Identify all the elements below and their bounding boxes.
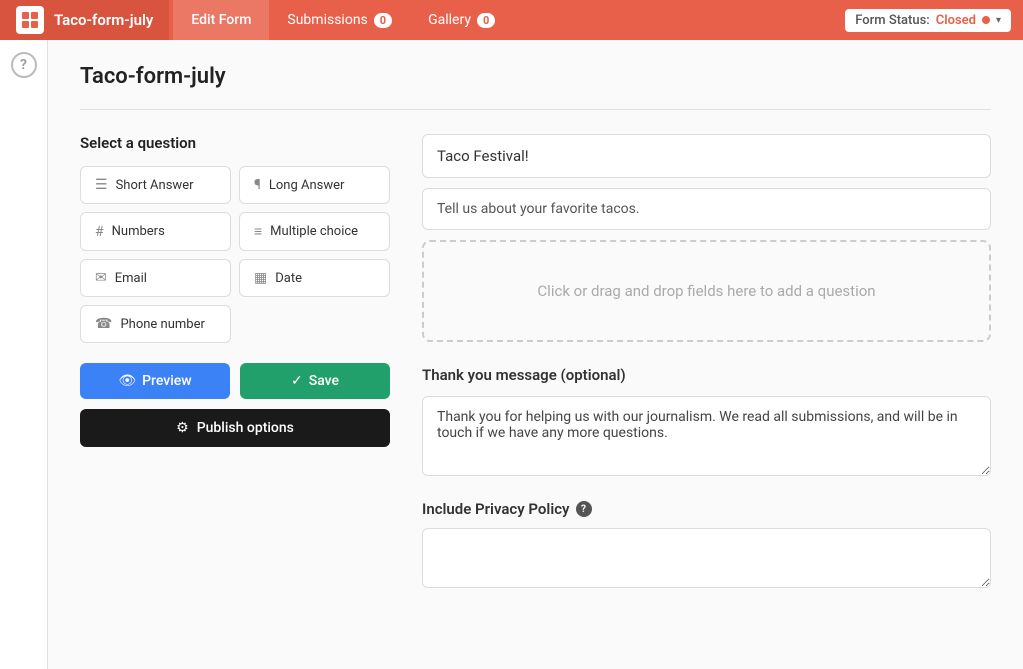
top-nav: Taco-form-july Edit Form Submissions 0 G… (0, 0, 1023, 40)
gallery-badge: 0 (477, 13, 495, 28)
form-status-value: Closed (936, 13, 976, 28)
chevron-down-icon: ▾ (996, 15, 1001, 26)
nav-tabs: Edit Form Submissions 0 Gallery 0 (173, 0, 513, 40)
select-question-label: Select a question (80, 134, 390, 152)
submissions-badge: 0 (374, 13, 392, 28)
thank-you-textarea[interactable] (422, 396, 991, 476)
phone-icon: ☎ (95, 316, 112, 332)
form-status-dropdown[interactable]: Form Status: Closed ▾ (845, 9, 1011, 32)
nav-brand: Taco-form-july (0, 0, 169, 40)
check-icon: ✓ (291, 373, 303, 389)
nav-right: Form Status: Closed ▾ (845, 9, 1023, 32)
divider (80, 109, 991, 110)
privacy-help-icon[interactable]: ? (576, 501, 592, 517)
question-btn-date[interactable]: ▦ Date (239, 259, 390, 297)
tab-submissions[interactable]: Submissions 0 (269, 0, 410, 40)
question-btn-long-answer[interactable]: ¶ Long Answer (239, 166, 390, 204)
question-btn-numbers[interactable]: # Numbers (80, 212, 231, 251)
brand-title: Taco-form-july (54, 11, 153, 29)
drop-zone[interactable]: Click or drag and drop fields here to ad… (422, 240, 991, 342)
thank-you-label: Thank you message (optional) (422, 366, 991, 384)
numbers-icon: # (95, 224, 104, 240)
gear-icon: ⚙ (176, 420, 189, 436)
sidebar: ? (0, 40, 48, 669)
publish-options-button[interactable]: ⚙ Publish options (80, 409, 390, 447)
question-type-grid: ☰ Short Answer ¶ Long Answer # Numbers (80, 166, 390, 343)
privacy-policy-label: Include Privacy Policy ? (422, 500, 991, 518)
page-title: Taco-form-july (80, 64, 991, 89)
action-buttons: 👁 Preview ✓ Save (80, 363, 390, 399)
help-icon[interactable]: ? (11, 52, 37, 78)
eye-icon: 👁 (118, 373, 136, 389)
short-answer-icon: ☰ (95, 177, 108, 193)
email-icon: ✉ (95, 270, 107, 286)
privacy-textarea[interactable] (422, 528, 991, 588)
long-answer-icon: ¶ (254, 177, 261, 193)
status-dot (982, 16, 990, 24)
preview-button[interactable]: 👁 Preview (80, 363, 230, 399)
question-btn-multiple-choice[interactable]: ≡ Multiple choice (239, 212, 390, 251)
main-layout: ? Taco-form-july Select a question ☰ Sho… (0, 40, 1023, 669)
form-title-input[interactable] (422, 134, 991, 178)
form-status-label: Form Status: (855, 13, 929, 28)
question-btn-email[interactable]: ✉ Email (80, 259, 231, 297)
question-btn-phone-number[interactable]: ☎ Phone number (80, 305, 231, 343)
left-panel: Select a question ☰ Short Answer ¶ Long … (80, 134, 390, 592)
right-panel: Click or drag and drop fields here to ad… (422, 134, 991, 592)
save-button[interactable]: ✓ Save (240, 363, 390, 399)
main-content: Taco-form-july Select a question ☰ Short… (48, 40, 1023, 669)
form-subtitle-input[interactable] (422, 188, 991, 230)
brand-logo (16, 6, 44, 34)
editor-layout: Select a question ☰ Short Answer ¶ Long … (80, 134, 991, 592)
tab-gallery[interactable]: Gallery 0 (410, 0, 513, 40)
question-btn-short-answer[interactable]: ☰ Short Answer (80, 166, 231, 204)
tab-edit-form[interactable]: Edit Form (173, 0, 269, 40)
date-icon: ▦ (254, 270, 267, 286)
multiple-choice-icon: ≡ (254, 223, 262, 240)
